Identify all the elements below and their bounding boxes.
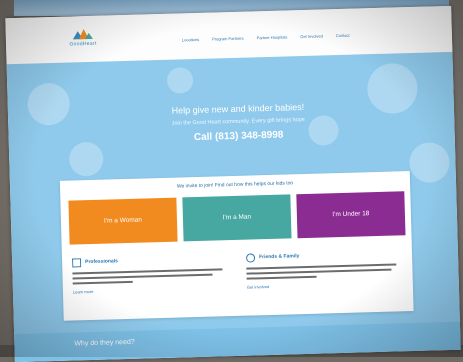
nav-item-program-partners[interactable]: Program Partners (212, 36, 244, 42)
panel-heading: We invite to join! Find out how this hel… (176, 180, 294, 190)
bottom-band-heading: Why do they need? (74, 338, 135, 348)
nav-item-partner-hospitals[interactable]: Partner Hospitals (257, 34, 288, 40)
info-text-line (72, 273, 213, 280)
hero-bokeh-decoration (408, 141, 451, 184)
woman-choice-button[interactable]: I'm a Woman (68, 197, 178, 245)
site-logo[interactable]: GoodHeart (58, 27, 109, 52)
info-text-line (246, 275, 317, 280)
hero-bokeh-decoration (166, 67, 194, 94)
hero-bokeh-decoration (68, 141, 104, 177)
info-text-line (246, 268, 392, 275)
professionals-icon (72, 258, 82, 268)
choice-panel: We invite to join! Find out how this hel… (59, 171, 414, 321)
friends-family-icon (246, 253, 256, 263)
nav-item-contact[interactable]: Contact (336, 33, 350, 38)
hero-bokeh-decoration (27, 82, 71, 126)
nav-item-get-involved[interactable]: Get Involved (300, 33, 323, 39)
info-text-line (72, 280, 133, 285)
main-menu: Locations Program Partners Partner Hospi… (182, 33, 350, 43)
under-18-choice-button[interactable]: I'm Under 18 (296, 191, 406, 239)
hero-title: Help give new and kinder babies! (171, 101, 305, 116)
logo-text: GoodHeart (69, 40, 97, 48)
logo-mark-icon (72, 29, 93, 40)
man-choice-button[interactable]: I'm a Man (182, 194, 292, 242)
info-block-friends-family: Friends & Family Get involved (246, 249, 407, 303)
hero-section: Help give new and kinder babies! Join th… (6, 51, 461, 362)
info-block-professionals: Professionals Learn more (72, 254, 233, 308)
monitor-screen: GoodHeart Locations Program Partners Par… (5, 5, 461, 362)
hero-bokeh-decoration (366, 62, 419, 115)
friends-family-get-involved-link[interactable]: Get involved (247, 284, 269, 290)
professionals-learn-more-link[interactable]: Learn more (73, 289, 94, 295)
nav-item-locations[interactable]: Locations (182, 37, 199, 42)
info-title-professionals: Professionals (85, 258, 118, 266)
info-title-friends-family: Friends & Family (258, 253, 300, 261)
